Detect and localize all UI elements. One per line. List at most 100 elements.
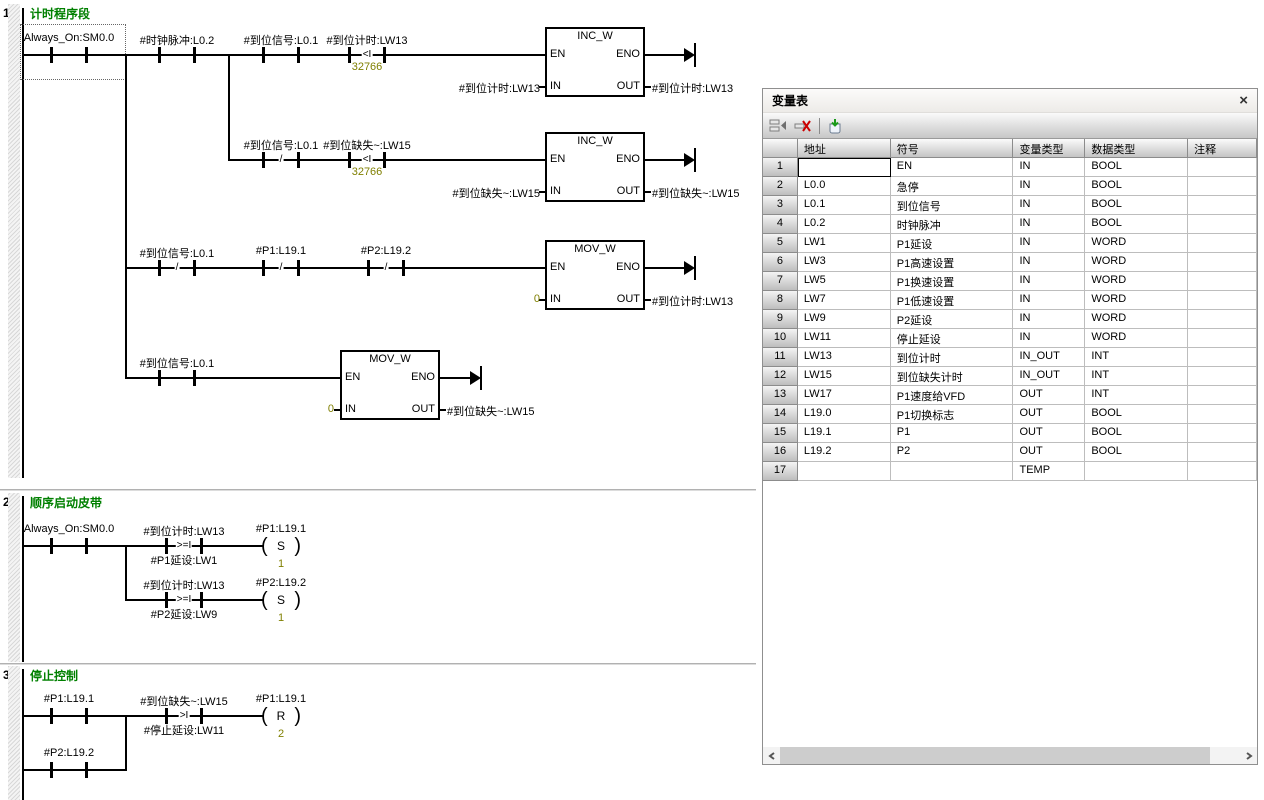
compare-value[interactable]: 32766 (352, 61, 383, 73)
cell-vtype[interactable]: IN (1013, 215, 1085, 234)
operand-label[interactable]: #时钟脉冲:L0.2 (140, 32, 215, 48)
cell-dtype[interactable]: BOOL (1085, 215, 1188, 234)
contact-clock-pulse[interactable] (158, 47, 196, 63)
cell-comment[interactable] (1188, 462, 1257, 481)
cell-addr[interactable]: LW3 (798, 253, 891, 272)
cell-comment[interactable] (1188, 310, 1257, 329)
cell-addr[interactable]: L0.1 (798, 196, 891, 215)
cell-vtype[interactable]: IN_OUT (1013, 348, 1085, 367)
operand-label[interactable]: #到位计时:LW13 (143, 577, 224, 593)
cell-comment[interactable] (1188, 215, 1257, 234)
cell-dtype[interactable] (1085, 462, 1188, 481)
cell-vtype[interactable]: IN_OUT (1013, 367, 1085, 386)
mov-w-box[interactable]: MOV_W EN ENO IN OUT (340, 350, 440, 420)
cell-sym[interactable]: P1延设 (891, 234, 1014, 253)
scroll-left-icon[interactable] (763, 747, 780, 764)
cell-comment[interactable] (1188, 405, 1257, 424)
operand-label[interactable]: #到位计时:LW13 (400, 80, 540, 96)
cell-dtype[interactable]: WORD (1085, 234, 1188, 253)
cell-comment[interactable] (1188, 177, 1257, 196)
cell-comment[interactable] (1188, 234, 1257, 253)
row-number[interactable]: 11 (763, 348, 798, 367)
contact-p2-nc[interactable]: / (367, 260, 405, 276)
cell-dtype[interactable]: BOOL (1085, 158, 1188, 177)
operand-label[interactable]: 0 (480, 293, 540, 305)
row-number-header[interactable] (763, 139, 798, 158)
contact-always-on[interactable] (50, 47, 88, 63)
row-number[interactable]: 4 (763, 215, 798, 234)
contact-p1-nc[interactable]: / (262, 260, 300, 276)
cell-sym[interactable]: 到位计时 (891, 348, 1014, 367)
operand-label[interactable]: #P1:L19.1 (256, 245, 306, 257)
cell-sym[interactable]: 到位信号 (891, 196, 1014, 215)
cell-addr[interactable]: LW7 (798, 291, 891, 310)
cell-addr[interactable]: L19.2 (798, 443, 891, 462)
operand-label[interactable]: #P1延设:LW1 (151, 552, 217, 568)
cell-dtype[interactable]: WORD (1085, 291, 1188, 310)
cell-sym[interactable]: 到位缺失计时 (891, 367, 1014, 386)
cell-vtype[interactable]: IN (1013, 177, 1085, 196)
row-number[interactable]: 7 (763, 272, 798, 291)
cell-addr[interactable]: L19.0 (798, 405, 891, 424)
cell-addr[interactable]: L0.0 (798, 177, 891, 196)
cell-vtype[interactable]: IN (1013, 196, 1085, 215)
cell-dtype[interactable]: BOOL (1085, 424, 1188, 443)
operand-label[interactable]: #到位计时:LW13 (143, 523, 224, 539)
cell-vtype[interactable]: OUT (1013, 424, 1085, 443)
cell-dtype[interactable]: WORD (1085, 253, 1188, 272)
cell-sym[interactable]: P1切换标志 (891, 405, 1014, 424)
cell-vtype[interactable]: OUT (1013, 405, 1085, 424)
cell-comment[interactable] (1188, 196, 1257, 215)
compare-value[interactable]: 32766 (352, 166, 383, 178)
row-number[interactable]: 6 (763, 253, 798, 272)
cell-dtype[interactable]: INT (1085, 367, 1188, 386)
row-number[interactable]: 12 (763, 367, 798, 386)
set-coil[interactable]: S (261, 535, 301, 557)
operand-label[interactable]: #到位缺失~:LW15 (140, 693, 228, 709)
operand-label[interactable]: #到位计时:LW13 (326, 32, 407, 48)
contact-p1[interactable] (50, 708, 88, 724)
delete-row-icon[interactable] (794, 118, 812, 134)
cell-comment[interactable] (1188, 386, 1257, 405)
operand-label[interactable]: #到位计时:LW13 (652, 293, 733, 309)
cell-sym[interactable]: P1低速设置 (891, 291, 1014, 310)
operand-label[interactable]: #P2:L19.2 (44, 747, 94, 759)
cell-comment[interactable] (1188, 424, 1257, 443)
cell-sym[interactable]: EN (891, 158, 1014, 177)
operand-label[interactable]: #到位信号:L0.1 (244, 137, 319, 153)
contact-arrive-signal-nc[interactable]: / (158, 260, 196, 276)
cell-dtype[interactable]: WORD (1085, 272, 1188, 291)
cell-addr[interactable]: L0.2 (798, 215, 891, 234)
cell-sym[interactable]: P1速度给VFD (891, 386, 1014, 405)
cell-addr[interactable]: LW9 (798, 310, 891, 329)
cell-addr[interactable]: LW11 (798, 329, 891, 348)
cell-vtype[interactable]: IN (1013, 310, 1085, 329)
row-number[interactable]: 5 (763, 234, 798, 253)
close-icon[interactable]: × (1239, 94, 1248, 108)
cell-sym[interactable]: 急停 (891, 177, 1014, 196)
cell-vtype[interactable]: IN (1013, 234, 1085, 253)
operand-label[interactable]: #P2:L19.2 (361, 245, 411, 257)
cell-sym[interactable] (891, 462, 1014, 481)
row-number[interactable]: 16 (763, 443, 798, 462)
row-number[interactable]: 15 (763, 424, 798, 443)
row-number[interactable]: 8 (763, 291, 798, 310)
cell-sym[interactable]: P2 (891, 443, 1014, 462)
cell-sym[interactable]: P1 (891, 424, 1014, 443)
set-coil[interactable]: S (261, 589, 301, 611)
row-number[interactable]: 1 (763, 158, 798, 177)
cell-comment[interactable] (1188, 329, 1257, 348)
scrollbar-thumb[interactable] (780, 747, 1210, 764)
cell-dtype[interactable]: BOOL (1085, 405, 1188, 424)
mov-w-box[interactable]: MOV_W EN ENO IN OUT (545, 240, 645, 310)
network-title[interactable]: 计时程序段 (30, 5, 90, 22)
inc-w-box[interactable]: INC_W EN ENO IN OUT (545, 27, 645, 97)
cell-vtype[interactable]: IN (1013, 272, 1085, 291)
cell-addr[interactable]: LW1 (798, 234, 891, 253)
operand-label[interactable]: #到位缺失~:LW15 (652, 185, 740, 201)
row-number[interactable]: 13 (763, 386, 798, 405)
cell-addr[interactable]: LW17 (798, 386, 891, 405)
insert-row-icon[interactable] (769, 118, 787, 134)
operand-label[interactable]: #到位计时:LW13 (652, 80, 733, 96)
operand-label[interactable]: #到位信号:L0.1 (140, 355, 215, 371)
